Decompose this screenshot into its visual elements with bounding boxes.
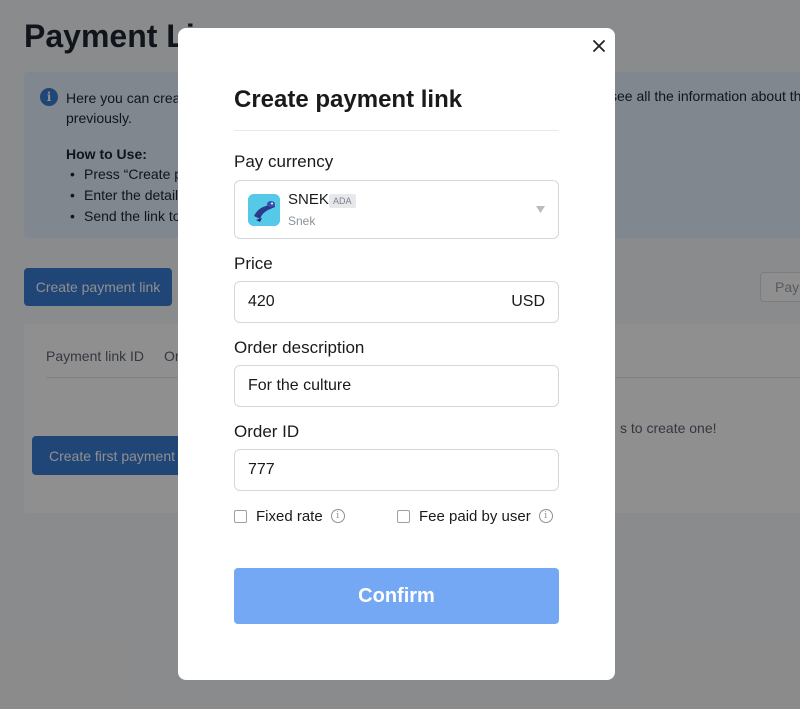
network-badge: ADA	[329, 194, 356, 208]
price-field: USD	[234, 281, 559, 323]
fixed-rate-label: Fixed rate	[256, 507, 323, 525]
close-button[interactable]	[590, 37, 608, 55]
order-id-input[interactable]	[248, 450, 498, 490]
coin-subtitle: Snek	[288, 214, 316, 228]
fixed-rate-checkbox[interactable]	[234, 509, 247, 523]
order-description-field	[234, 365, 559, 407]
close-icon	[593, 40, 605, 52]
price-input[interactable]	[248, 282, 498, 322]
caret-down-icon	[536, 206, 545, 213]
price-currency-suffix: USD	[511, 293, 545, 310]
fixed-rate-option[interactable]: Fixed rate i	[234, 506, 345, 526]
price-label: Price	[234, 254, 273, 273]
order-id-field	[234, 449, 559, 491]
fee-paid-by-user-label: Fee paid by user	[419, 507, 531, 525]
coin-name: SNEK	[288, 191, 329, 208]
snek-coin-icon	[248, 194, 280, 226]
order-id-label: Order ID	[234, 422, 300, 441]
order-description-input[interactable]	[248, 366, 498, 406]
fee-paid-by-user-option[interactable]: Fee paid by user i	[397, 506, 553, 526]
page: Payment Lin i Here you can create previo…	[0, 0, 800, 709]
create-payment-link-modal: Create payment link Pay currency SNEK AD…	[178, 28, 615, 680]
order-description-label: Order description	[234, 338, 365, 357]
modal-title: Create payment link	[234, 86, 463, 113]
fixed-rate-info-icon[interactable]: i	[330, 509, 345, 523]
pay-currency-label: Pay currency	[234, 152, 334, 171]
fee-paid-by-user-checkbox[interactable]	[397, 509, 410, 523]
confirm-button[interactable]: Confirm	[234, 568, 559, 624]
title-divider	[234, 130, 559, 131]
fee-paid-by-user-info-icon[interactable]: i	[538, 509, 553, 523]
pay-currency-select[interactable]: SNEK ADA Snek	[234, 180, 559, 239]
